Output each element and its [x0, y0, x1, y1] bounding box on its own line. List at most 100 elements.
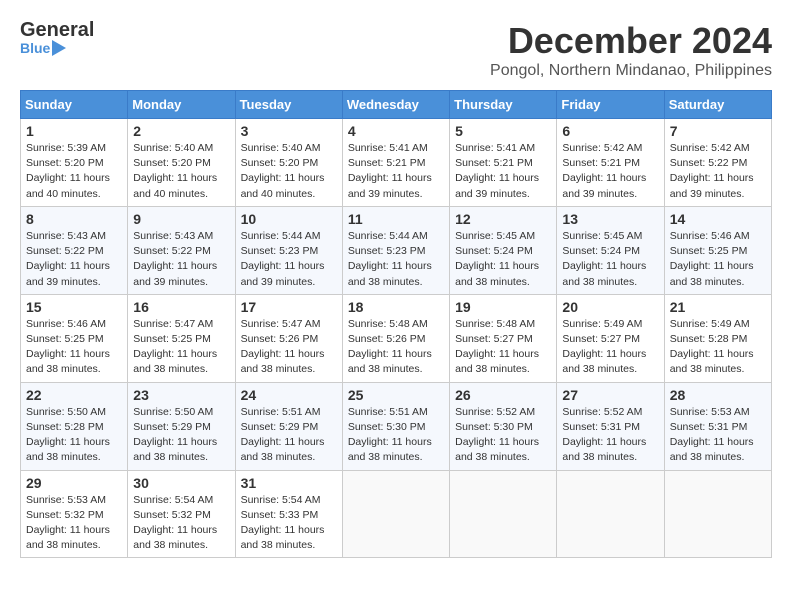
- day-number: 16: [133, 299, 229, 315]
- day-number: 11: [348, 211, 444, 227]
- day-info: Sunrise: 5:44 AMSunset: 5:23 PMDaylight:…: [348, 229, 444, 290]
- day-info: Sunrise: 5:51 AMSunset: 5:29 PMDaylight:…: [241, 405, 337, 466]
- day-number: 29: [26, 475, 122, 491]
- day-info: Sunrise: 5:47 AMSunset: 5:25 PMDaylight:…: [133, 317, 229, 378]
- calendar-cell: 21 Sunrise: 5:49 AMSunset: 5:28 PMDayligh…: [664, 294, 771, 382]
- calendar-cell: 19Sunrise: 5:48 AMSunset: 5:27 PMDayligh…: [450, 294, 557, 382]
- header-cell-thursday: Thursday: [450, 91, 557, 119]
- calendar-cell: 25Sunrise: 5:51 AMSunset: 5:30 PMDayligh…: [342, 382, 449, 470]
- calendar-cell: 22 Sunrise: 5:50 AMSunset: 5:28 PMDayligh…: [21, 382, 128, 470]
- day-info: Sunrise: 5:46 AMSunset: 5:25 PMDaylight:…: [26, 317, 122, 378]
- calendar-cell: 23 Sunrise: 5:50 AMSunset: 5:29 PMDayligh…: [128, 382, 235, 470]
- logo-name: General Blue: [20, 20, 94, 56]
- day-number: 28: [670, 387, 766, 403]
- calendar-cell: 18 Sunrise: 5:48 AMSunset: 5:26 PMDayligh…: [342, 294, 449, 382]
- day-info: Sunrise: 5:49 AMSunset: 5:28 PMDaylight:…: [670, 317, 766, 378]
- day-info: Sunrise: 5:45 AMSunset: 5:24 PMDaylight:…: [455, 229, 551, 290]
- day-number: 3: [241, 123, 337, 139]
- day-info: Sunrise: 5:40 AMSunset: 5:20 PMDaylight:…: [133, 141, 229, 202]
- day-number: 19: [455, 299, 551, 315]
- day-info: Sunrise: 5:53 AMSunset: 5:32 PMDaylight:…: [26, 493, 122, 554]
- calendar-cell: 16 Sunrise: 5:47 AMSunset: 5:25 PMDayligh…: [128, 294, 235, 382]
- day-number: 7: [670, 123, 766, 139]
- day-info: Sunrise: 5:41 AMSunset: 5:21 PMDaylight:…: [348, 141, 444, 202]
- calendar-cell: 4 Sunrise: 5:41 AMSunset: 5:21 PMDaylight…: [342, 119, 449, 207]
- logo: General Blue: [20, 20, 94, 56]
- day-number: 27: [562, 387, 658, 403]
- day-number: 8: [26, 211, 122, 227]
- day-info: Sunrise: 5:52 AMSunset: 5:30 PMDaylight:…: [455, 405, 551, 466]
- calendar-body: 1 Sunrise: 5:39 AMSunset: 5:20 PMDaylight…: [21, 119, 772, 558]
- logo-bot: Blue: [20, 40, 94, 56]
- day-info: Sunrise: 5:54 AMSunset: 5:32 PMDaylight:…: [133, 493, 229, 554]
- day-number: 15: [26, 299, 122, 315]
- day-number: 6: [562, 123, 658, 139]
- calendar-cell: 15 Sunrise: 5:46 AMSunset: 5:25 PMDayligh…: [21, 294, 128, 382]
- day-number: 4: [348, 123, 444, 139]
- calendar-cell: 24Sunrise: 5:51 AMSunset: 5:29 PMDayligh…: [235, 382, 342, 470]
- day-number: 1: [26, 123, 122, 139]
- calendar-header: SundayMondayTuesdayWednesdayThursdayFrid…: [21, 91, 772, 119]
- header-cell-wednesday: Wednesday: [342, 91, 449, 119]
- calendar-cell: 29 Sunrise: 5:53 AMSunset: 5:32 PMDayligh…: [21, 470, 128, 558]
- day-info: Sunrise: 5:42 AMSunset: 5:22 PMDaylight:…: [670, 141, 766, 202]
- day-info: Sunrise: 5:54 AMSunset: 5:33 PMDaylight:…: [241, 493, 337, 554]
- day-number: 18: [348, 299, 444, 315]
- calendar-cell: 14Sunrise: 5:46 AMSunset: 5:25 PMDayligh…: [664, 206, 771, 294]
- day-number: 22: [26, 387, 122, 403]
- day-info: Sunrise: 5:43 AMSunset: 5:22 PMDaylight:…: [26, 229, 122, 290]
- calendar-cell: 12 Sunrise: 5:45 AMSunset: 5:24 PMDayligh…: [450, 206, 557, 294]
- day-number: 23: [133, 387, 229, 403]
- day-number: 12: [455, 211, 551, 227]
- month-title: December 2024: [490, 20, 772, 62]
- day-number: 10: [241, 211, 337, 227]
- header-cell-friday: Friday: [557, 91, 664, 119]
- day-info: Sunrise: 5:50 AMSunset: 5:29 PMDaylight:…: [133, 405, 229, 466]
- day-info: Sunrise: 5:43 AMSunset: 5:22 PMDaylight:…: [133, 229, 229, 290]
- day-number: 31: [241, 475, 337, 491]
- calendar-cell: 28Sunrise: 5:53 AMSunset: 5:31 PMDayligh…: [664, 382, 771, 470]
- calendar-cell: 5Sunrise: 5:41 AMSunset: 5:21 PMDaylight…: [450, 119, 557, 207]
- header-cell-saturday: Saturday: [664, 91, 771, 119]
- calendar-cell: [557, 470, 664, 558]
- day-info: Sunrise: 5:52 AMSunset: 5:31 PMDaylight:…: [562, 405, 658, 466]
- day-info: Sunrise: 5:45 AMSunset: 5:24 PMDaylight:…: [562, 229, 658, 290]
- day-number: 26: [455, 387, 551, 403]
- day-info: Sunrise: 5:40 AMSunset: 5:20 PMDaylight:…: [241, 141, 337, 202]
- day-number: 9: [133, 211, 229, 227]
- day-number: 20: [562, 299, 658, 315]
- day-info: Sunrise: 5:48 AMSunset: 5:26 PMDaylight:…: [348, 317, 444, 378]
- day-info: Sunrise: 5:44 AMSunset: 5:23 PMDaylight:…: [241, 229, 337, 290]
- calendar-cell: 8 Sunrise: 5:43 AMSunset: 5:22 PMDaylight…: [21, 206, 128, 294]
- calendar-week-3: 15 Sunrise: 5:46 AMSunset: 5:25 PMDayligh…: [21, 294, 772, 382]
- calendar-week-1: 1 Sunrise: 5:39 AMSunset: 5:20 PMDaylight…: [21, 119, 772, 207]
- day-info: Sunrise: 5:41 AMSunset: 5:21 PMDaylight:…: [455, 141, 551, 202]
- day-info: Sunrise: 5:42 AMSunset: 5:21 PMDaylight:…: [562, 141, 658, 202]
- day-info: Sunrise: 5:50 AMSunset: 5:28 PMDaylight:…: [26, 405, 122, 466]
- title-section: December 2024 Pongol, Northern Mindanao,…: [490, 20, 772, 80]
- calendar-cell: 13Sunrise: 5:45 AMSunset: 5:24 PMDayligh…: [557, 206, 664, 294]
- calendar-week-5: 29 Sunrise: 5:53 AMSunset: 5:32 PMDayligh…: [21, 470, 772, 558]
- calendar-cell: 30 Sunrise: 5:54 AMSunset: 5:32 PMDayligh…: [128, 470, 235, 558]
- day-info: Sunrise: 5:39 AMSunset: 5:20 PMDaylight:…: [26, 141, 122, 202]
- day-number: 30: [133, 475, 229, 491]
- calendar-table: SundayMondayTuesdayWednesdayThursdayFrid…: [20, 90, 772, 558]
- location-title: Pongol, Northern Mindanao, Philippines: [490, 62, 772, 80]
- day-number: 14: [670, 211, 766, 227]
- header-cell-monday: Monday: [128, 91, 235, 119]
- calendar-cell: 11 Sunrise: 5:44 AMSunset: 5:23 PMDayligh…: [342, 206, 449, 294]
- calendar-week-4: 22 Sunrise: 5:50 AMSunset: 5:28 PMDayligh…: [21, 382, 772, 470]
- calendar-cell: 1 Sunrise: 5:39 AMSunset: 5:20 PMDaylight…: [21, 119, 128, 207]
- calendar-week-2: 8 Sunrise: 5:43 AMSunset: 5:22 PMDaylight…: [21, 206, 772, 294]
- calendar-cell: [450, 470, 557, 558]
- page-header: General Blue December 2024 Pongol, North…: [20, 20, 772, 80]
- calendar-cell: [664, 470, 771, 558]
- logo-top: General: [20, 20, 94, 40]
- calendar-cell: 6 Sunrise: 5:42 AMSunset: 5:21 PMDaylight…: [557, 119, 664, 207]
- calendar-cell: 26 Sunrise: 5:52 AMSunset: 5:30 PMDayligh…: [450, 382, 557, 470]
- calendar-cell: 17Sunrise: 5:47 AMSunset: 5:26 PMDayligh…: [235, 294, 342, 382]
- header-cell-sunday: Sunday: [21, 91, 128, 119]
- day-number: 21: [670, 299, 766, 315]
- day-number: 2: [133, 123, 229, 139]
- header-row: SundayMondayTuesdayWednesdayThursdayFrid…: [21, 91, 772, 119]
